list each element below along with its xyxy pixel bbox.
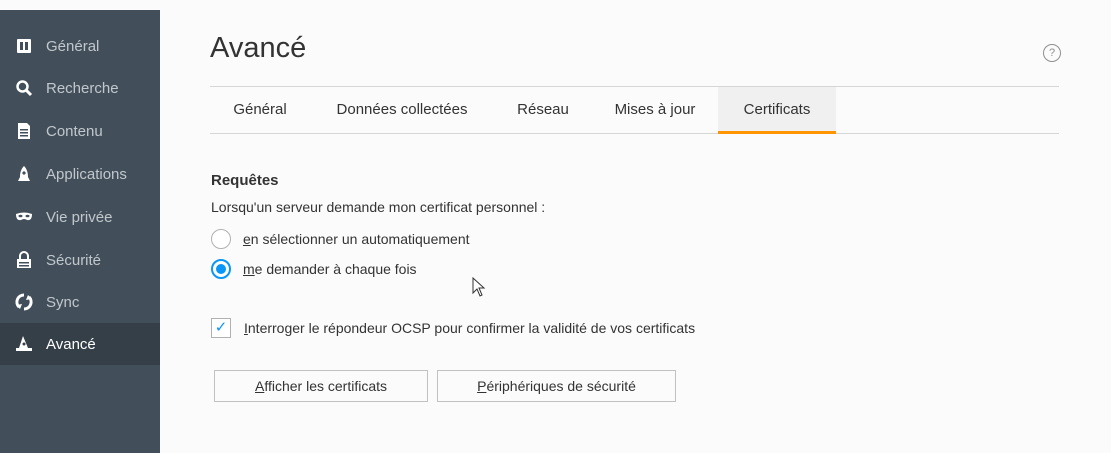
sidebar-item-content[interactable]: Contenu [0, 110, 160, 152]
preferences-window: Général Recherche Contenu Applications V [0, 0, 1111, 453]
sidebar-top-strip [0, 0, 160, 10]
requests-description: Lorsqu'un serveur demande mon certificat… [211, 199, 546, 215]
page-title: Avancé [210, 32, 307, 64]
sidebar: Général Recherche Contenu Applications V [0, 0, 160, 453]
tab-general[interactable]: Général [210, 87, 310, 133]
sidebar-item-label: Applications [46, 165, 127, 183]
mask-icon [14, 207, 34, 227]
mouse-cursor-icon [472, 277, 486, 297]
sidebar-item-applications[interactable]: Applications [0, 153, 160, 195]
security-devices-button[interactable]: Périphériques de sécurité [437, 370, 676, 402]
sidebar-item-search[interactable]: Recherche [0, 67, 160, 109]
requests-heading: Requêtes [211, 172, 279, 189]
sidebar-item-advanced[interactable]: Avancé [0, 323, 160, 365]
ocsp-checkbox-row[interactable]: ✓ Interroger le répondeur OCSP pour conf… [211, 316, 695, 340]
lock-icon [14, 250, 34, 270]
tab-updates[interactable]: Mises à jour [593, 87, 717, 133]
radio-label: me demander à chaque fois [243, 261, 417, 277]
sidebar-item-label: Sync [46, 293, 80, 311]
sidebar-item-security[interactable]: Sécurité [0, 239, 160, 281]
sidebar-item-label: Contenu [46, 122, 103, 140]
sidebar-item-sync[interactable]: Sync [0, 281, 160, 323]
help-icon[interactable]: ? [1043, 44, 1061, 62]
radio-ask-every-time[interactable]: me demander à chaque fois [211, 257, 417, 281]
wizard-hat-icon [14, 334, 34, 354]
radio-button[interactable] [211, 229, 231, 249]
checkbox-checked[interactable]: ✓ [211, 318, 231, 338]
general-icon [14, 36, 34, 56]
tab-data-collection[interactable]: Données collectées [311, 87, 493, 133]
tab-network[interactable]: Réseau [494, 87, 592, 133]
view-certificates-button[interactable]: Afficher les certificats [214, 370, 428, 402]
sidebar-item-label: Recherche [46, 79, 119, 97]
sidebar-item-label: Général [46, 37, 100, 55]
sidebar-item-general[interactable]: Général [0, 25, 160, 67]
radio-select-automatically[interactable]: en sélectionner un automatiquement [211, 227, 470, 251]
document-icon [14, 121, 34, 141]
sidebar-item-label: Vie privée [46, 208, 113, 226]
search-icon [14, 78, 34, 98]
radio-label: en sélectionner un automatiquement [243, 231, 470, 247]
sidebar-item-label: Avancé [46, 335, 96, 353]
sidebar-item-label: Sécurité [46, 251, 102, 269]
sync-icon [14, 292, 34, 312]
rocket-icon [14, 164, 34, 184]
tab-bar: Général Données collectées Réseau Mises … [210, 86, 1059, 134]
checkbox-label: Interroger le répondeur OCSP pour confir… [244, 320, 696, 336]
radio-button-checked[interactable] [211, 259, 231, 279]
tab-certificates[interactable]: Certificats [718, 87, 836, 134]
sidebar-item-privacy[interactable]: Vie privée [0, 196, 160, 238]
